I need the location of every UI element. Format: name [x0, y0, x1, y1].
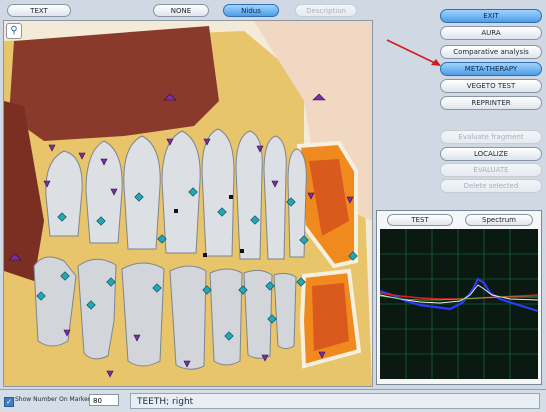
show-number-label: Show Number On Marker: [15, 396, 91, 403]
evaluate-fragment-button[interactable]: Evaluate fragment: [440, 130, 542, 144]
description-button[interactable]: Description: [295, 4, 357, 17]
test-button[interactable]: TEST: [387, 214, 453, 226]
marker-number-input[interactable]: 80: [89, 394, 119, 406]
evaluate-button[interactable]: EVALUATE: [440, 163, 542, 177]
meta-therapy-button[interactable]: META-THERAPY: [440, 62, 542, 76]
nidus-button[interactable]: Nidus: [223, 4, 279, 17]
aura-button[interactable]: AURA: [440, 26, 542, 40]
red-arrow-annotation: [386, 39, 441, 66]
teeth-viewer[interactable]: ⚲: [3, 20, 373, 387]
comparative-analysis-button[interactable]: Comparative analysis: [440, 45, 542, 59]
spectrum-graph: [380, 229, 538, 379]
reprinter-button[interactable]: REPRINTER: [440, 96, 542, 110]
spectrum-button[interactable]: Spectrum: [465, 214, 533, 226]
none-button[interactable]: NONE: [153, 4, 209, 17]
localize-button[interactable]: LOCALIZE: [440, 147, 542, 161]
marker-number-value: 80: [93, 397, 102, 405]
show-number-checkbox[interactable]: ✓: [4, 397, 14, 407]
text-button[interactable]: TEXT: [7, 4, 71, 17]
graph-panel: TEST Spectrum: [376, 210, 542, 385]
teeth-illustration[interactable]: [4, 21, 372, 386]
status-bar: ✓ Show Number On Marker 80 TEETH; right: [0, 389, 546, 412]
status-text: TEETH; right: [130, 393, 540, 409]
exit-button[interactable]: EXIT: [440, 9, 542, 23]
delete-selected-button[interactable]: Delete selected: [440, 179, 542, 193]
zoom-icon[interactable]: ⚲: [6, 23, 22, 39]
vegeto-test-button[interactable]: VEGETO TEST: [440, 79, 542, 93]
